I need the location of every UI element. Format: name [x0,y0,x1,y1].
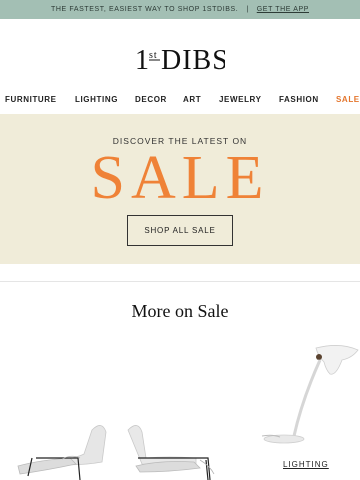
svg-text:st: st [149,50,158,61]
get-app-link[interactable]: GET THE APP [257,6,309,13]
promo-bar: THE FASTEST, EASIEST WAY TO SHOP 1STDIBS… [0,0,360,19]
banner-title: SALE [90,144,270,212]
svg-text:1: 1 [135,45,150,74]
promo-text: THE FASTEST, EASIEST WAY TO SHOP 1STDIBS… [50,6,239,13]
section-divider [0,281,360,282]
nav-item-lighting[interactable]: LIGHTING [75,95,118,104]
nav-item-art[interactable]: ART [183,95,201,104]
sale-banner: DISCOVER THE LATEST ON SALE SHOP ALL SAL… [0,114,360,264]
shop-all-sale-button[interactable]: SHOP ALL SALE [127,215,233,246]
main-nav: FURNITURE LIGHTING DECOR ART JEWELRY FAS… [0,95,360,109]
nav-item-furniture[interactable]: FURNITURE [5,95,57,104]
svg-text:DIBS: DIBS [161,45,225,74]
nav-item-sale[interactable]: SALE [336,95,360,104]
desk-lamp-image[interactable] [250,340,360,450]
promo-separator: | [246,6,249,13]
nav-item-decor[interactable]: DECOR [135,95,167,104]
lounge-chairs-image[interactable] [10,420,220,480]
nav-item-fashion[interactable]: FASHION [279,95,319,104]
site-logo[interactable]: 1 st DIBS [0,44,360,82]
lighting-category-link[interactable]: LIGHTING [283,460,329,469]
nav-item-jewelry[interactable]: JEWELRY [219,95,262,104]
section-title: More on Sale [131,301,229,321]
logo-wordmark: 1 st DIBS [135,45,228,76]
